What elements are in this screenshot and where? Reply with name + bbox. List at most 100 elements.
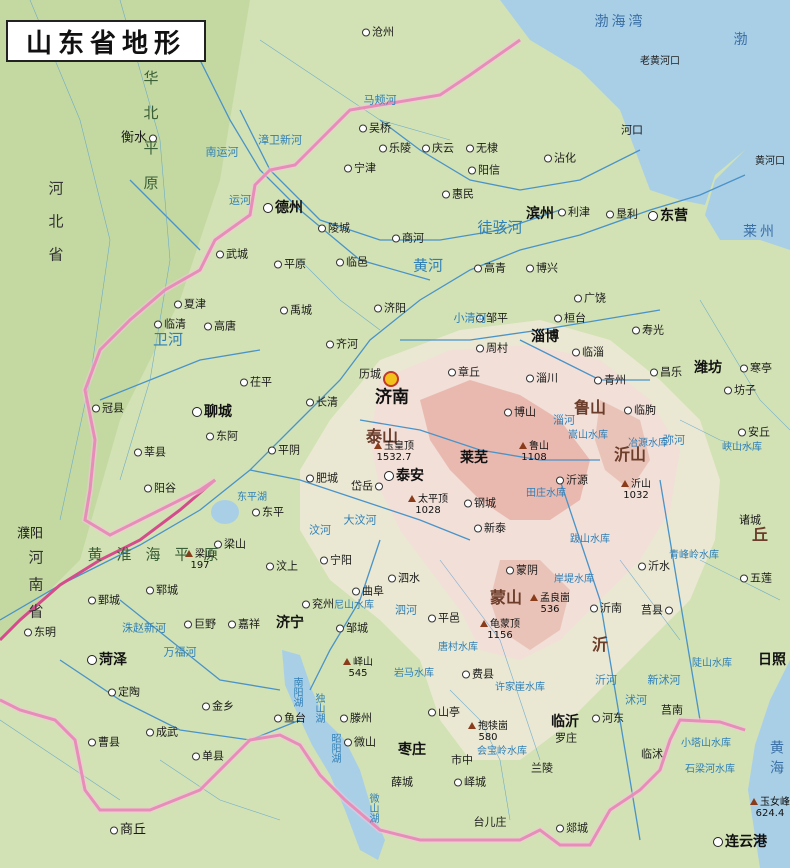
county-shanting: 山亭 xyxy=(428,707,460,718)
county-luozhuang: 罗庄 xyxy=(555,731,577,745)
county-guangrao: 广饶 xyxy=(574,293,606,304)
county-yinan: 沂南 xyxy=(590,603,622,614)
county-qingzhou: 青州 xyxy=(594,375,626,386)
river-shuhe: 沭河 xyxy=(625,693,647,707)
county-yuncheng: 郓城 xyxy=(146,585,178,596)
county-zhangqiu: 章丘 xyxy=(448,367,480,378)
city-shangqiu: 商丘 xyxy=(109,824,146,837)
coast-laohuanghekou: 老黄河口 xyxy=(640,56,680,67)
county-changqing: 长清 xyxy=(306,397,338,408)
county-linqu: 临朐 xyxy=(624,405,656,416)
county-yiyuan: 沂源 xyxy=(556,475,588,486)
lake-xuzhuang: 许家崖水库 xyxy=(495,682,545,693)
county-yanggu: 阳谷 xyxy=(144,483,176,494)
county-shouguang: 寿光 xyxy=(632,325,664,336)
city-dezhou: 德州 xyxy=(263,201,303,215)
lake-dongping: 东平湖 xyxy=(237,492,267,503)
county-yishui: 沂水 xyxy=(638,561,670,572)
county-wulian: 五莲 xyxy=(740,573,772,584)
city-lianyungang: 连云港 xyxy=(713,835,767,849)
peak-mengliang: 孟良崮 536 xyxy=(530,593,570,615)
county-juxian: 莒县 xyxy=(641,605,675,616)
county-ningjin: 宁津 xyxy=(344,163,376,174)
city-taian: 泰安 xyxy=(384,469,424,483)
county-hedong: 河东 xyxy=(592,713,624,724)
city-puyang: 濮阳 xyxy=(16,526,44,542)
county-zoucheng: 邹城 xyxy=(336,623,368,634)
river-weihe: 卫河 xyxy=(152,330,184,349)
plain-huabei: 华北平原 xyxy=(141,70,160,210)
lake-dushan: 独山湖 xyxy=(313,693,324,723)
county-linshu: 临沭 xyxy=(641,747,663,761)
lake-luoling: 陡山水库 xyxy=(692,658,732,669)
province-label-henan: 河南省 xyxy=(26,549,45,631)
city-liaocheng: 聊城 xyxy=(192,405,232,419)
county-chiping: 茌平 xyxy=(240,377,272,388)
county-feicheng: 肥城 xyxy=(306,473,338,484)
city-cangzhou: 沧州 xyxy=(362,27,394,38)
sea-label-bo: 渤 xyxy=(733,32,751,48)
lake-kuaiwan: 会宝岭水库 xyxy=(477,746,527,757)
peak-taiping: 太平顶 1028 xyxy=(408,494,448,516)
county-lanling: 兰陵 xyxy=(531,761,553,775)
county-pingyuan: 平原 xyxy=(274,259,306,270)
county-tengzhou: 滕州 xyxy=(340,713,372,724)
county-kenli: 垦利 xyxy=(606,209,638,220)
county-yicheng: 峄城 xyxy=(454,777,486,788)
county-gaotang: 高唐 xyxy=(204,321,236,332)
county-hekou: 河口 xyxy=(621,123,643,137)
county-tancheng: 郯城 xyxy=(556,823,588,834)
river-tuhai: 徒骇河 xyxy=(477,218,523,237)
county-dingtao: 定陶 xyxy=(108,687,140,698)
lake-tianzhuang: 田庄水库 xyxy=(526,488,566,499)
county-junan: 莒南 xyxy=(661,703,683,717)
river-xinshu: 新沭河 xyxy=(647,673,681,687)
lake-yeyuan: 冶源水库 xyxy=(628,438,668,449)
peak-icon xyxy=(621,480,629,487)
county-guanxian: 冠县 xyxy=(92,403,124,414)
lake-nishan: 尼山水库 xyxy=(334,600,374,611)
city-linyi: 临沂 xyxy=(551,714,579,730)
peak-guimeng: 龟蒙顶 1156 xyxy=(480,619,520,641)
county-dongming: 东明 xyxy=(24,627,56,638)
sea-label-laizhou: 莱州 xyxy=(743,224,777,240)
lake-yanma: 岩马水库 xyxy=(394,668,434,679)
sea-label-bohai-bay: 渤海湾 xyxy=(594,14,646,30)
lake-weishan: 微山湖 xyxy=(367,793,378,823)
county-pingyi: 平邑 xyxy=(428,613,460,624)
peak-icon xyxy=(408,495,416,502)
river-dezhou-yun: 运河 xyxy=(229,193,251,207)
city-rizhao: 日照 xyxy=(758,652,786,668)
county-juancheng: 鄄城 xyxy=(88,595,120,606)
county-dong-a: 东阿 xyxy=(206,431,238,442)
river-xiaoqing: 小清河 xyxy=(453,311,487,325)
county-mengyin: 蒙阴 xyxy=(506,565,538,576)
county-qingyun: 庆云 xyxy=(422,143,454,154)
county-boxing: 博兴 xyxy=(526,263,558,274)
lake-songshan: 嵩山水库 xyxy=(568,430,608,441)
county-zhoucun: 周村 xyxy=(476,343,508,354)
county-yangxin: 阳信 xyxy=(468,165,500,176)
city-heze: 菏泽 xyxy=(87,653,127,667)
county-shenxian: 莘县 xyxy=(134,447,166,458)
peak-icon xyxy=(530,594,538,601)
peak-icon xyxy=(374,442,382,449)
shandong-terrain-map: 山东省地形 渤海湾 渤 莱州 黄海 河北省 河南省 济南 德州 聊城 滨州 东营… xyxy=(0,0,790,868)
county-wenshang: 汶上 xyxy=(266,561,298,572)
lake-qingfengling: 青峰岭水库 xyxy=(669,550,719,561)
peak-yishan: 沂山 1032 xyxy=(621,479,651,501)
city-jining: 济宁 xyxy=(276,615,304,631)
river-zhuzhao: 洙赵新河 xyxy=(122,621,166,635)
plain-huanghuai: 黄淮海平原 xyxy=(87,545,233,564)
county-jiyang: 济阳 xyxy=(374,303,406,314)
county-fangzi: 坊子 xyxy=(724,385,756,396)
county-pingyin: 平阴 xyxy=(268,445,300,456)
lake-shijiu: 石梁河水库 xyxy=(685,764,735,775)
county-linyi-county: 临邑 xyxy=(336,257,368,268)
county-chengwu: 成武 xyxy=(146,727,178,738)
county-hanting: 寒亭 xyxy=(740,363,772,374)
county-sishui: 泗水 xyxy=(388,573,420,584)
river-zihe: 淄河 xyxy=(553,413,575,427)
county-jinxiang: 金乡 xyxy=(202,701,234,712)
lake-xiaotahe: 小塔山水库 xyxy=(681,738,731,749)
